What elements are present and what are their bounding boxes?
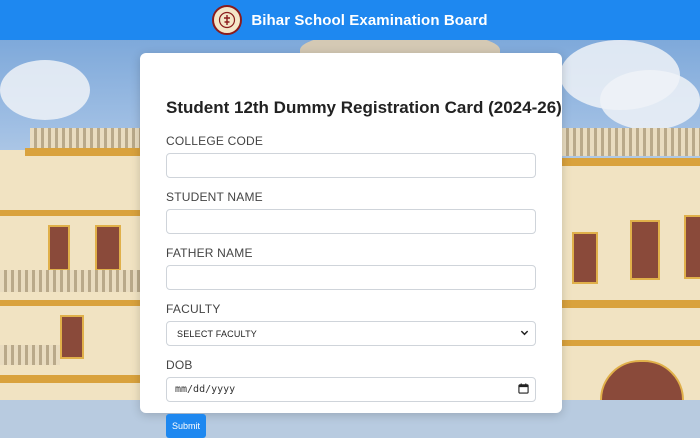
dob-date-input[interactable]: mm/dd/yyyy [166,377,536,402]
top-header: Bihar School Examination Board [0,0,700,40]
emblem-icon [212,5,243,35]
faculty-label: FACULTY [166,302,221,316]
father-name-label: FATHER NAME [166,246,253,260]
college-code-input[interactable] [166,153,536,178]
faculty-select-value: SELECT FACULTY [177,328,257,339]
student-name-label: STUDENT NAME [166,190,263,204]
student-name-input[interactable] [166,209,536,234]
father-name-input[interactable] [166,265,536,290]
chevron-down-icon [520,328,529,339]
registration-card: Student 12th Dummy Registration Card (20… [140,53,562,438]
faculty-select[interactable]: SELECT FACULTY [166,321,536,346]
dob-placeholder: mm/dd/yyyy [175,384,236,395]
college-code-label: COLLEGE CODE [166,134,264,148]
submit-button[interactable]: Submit [166,414,207,438]
form-title: Student 12th Dummy Registration Card (20… [166,98,562,117]
header-title: Bihar School Examination Board [251,11,488,29]
dob-label: DOB [166,358,193,372]
calendar-icon[interactable] [518,382,529,397]
